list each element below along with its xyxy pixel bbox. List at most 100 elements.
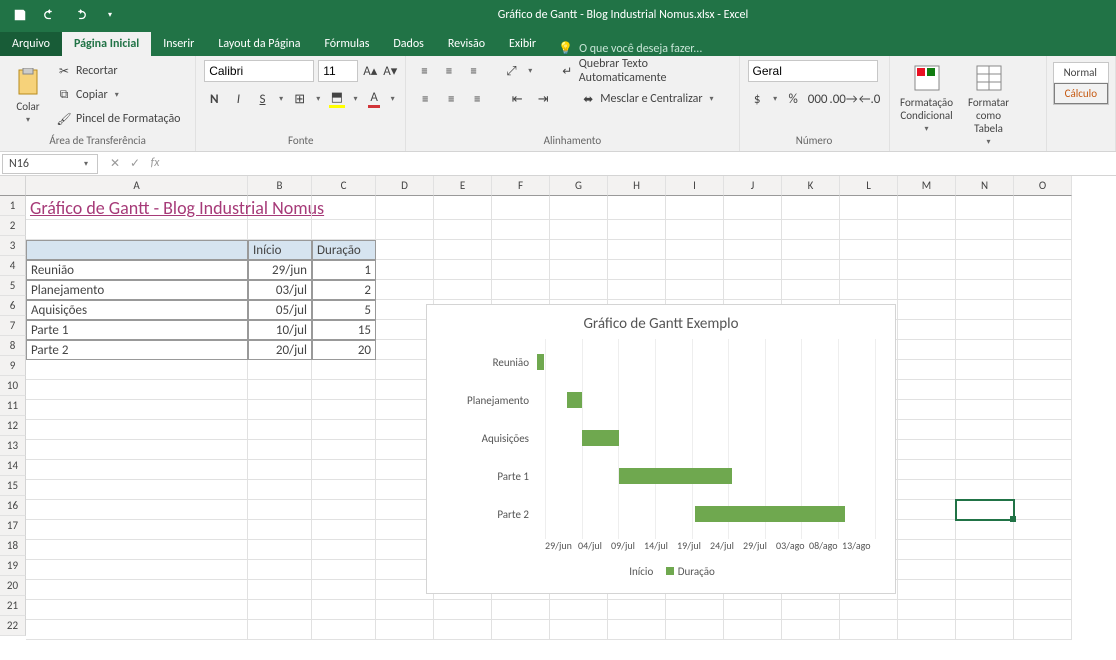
fill-color-icon[interactable]: ⬒ [327,88,347,110]
row-header[interactable]: 20 [0,576,26,596]
cell[interactable] [1014,460,1072,480]
cell[interactable] [26,400,248,420]
cell[interactable] [312,480,376,500]
cell-B7[interactable]: 10/jul [248,320,312,340]
cell[interactable] [956,540,1014,560]
cell[interactable] [898,620,956,640]
cell[interactable] [1014,400,1072,420]
cell[interactable] [956,560,1014,580]
save-icon[interactable] [8,3,32,27]
cell-B6[interactable]: 05/jul [248,300,312,320]
cell[interactable] [608,240,666,260]
cell[interactable] [898,196,956,220]
cell[interactable] [550,220,608,240]
cell[interactable] [1014,480,1072,500]
cell[interactable] [550,600,608,620]
cell[interactable] [434,220,492,240]
col-header[interactable]: A [26,176,248,196]
cell-C8[interactable]: 20 [312,340,376,360]
percent-icon[interactable]: % [783,88,802,110]
col-header[interactable]: O [1014,176,1072,196]
cell-A7[interactable]: Parte 1 [26,320,248,340]
decrease-indent-icon[interactable]: ⇤ [506,88,528,110]
accounting-icon[interactable]: $ [748,88,767,110]
gantt-chart[interactable]: Gráfico de Gantt Exemplo Reunião Planeja… [426,304,896,594]
col-header[interactable]: I [666,176,724,196]
cell-A1[interactable]: Gráfico de Gantt - Blog Industrial Nomus [26,196,248,220]
merge-center-button[interactable]: ⬌Mesclar e Centralizar▾ [576,88,720,110]
cell[interactable] [608,260,666,280]
align-bottom-icon[interactable]: ≡ [463,60,484,82]
align-right-icon[interactable]: ≡ [466,88,488,110]
cell[interactable] [898,380,956,400]
cell[interactable] [1014,600,1072,620]
cell[interactable] [312,520,376,540]
cell[interactable] [840,220,898,240]
cell[interactable] [782,220,840,240]
cell[interactable] [376,280,434,300]
font-name-select[interactable] [204,60,314,82]
cell[interactable] [312,440,376,460]
cell[interactable] [312,420,376,440]
cell[interactable] [248,500,312,520]
cell-N16-selected[interactable] [956,500,1014,520]
cell[interactable] [26,480,248,500]
number-format-select[interactable] [748,60,878,82]
cell[interactable] [782,260,840,280]
cell[interactable] [1014,420,1072,440]
cell[interactable] [898,600,956,620]
row-header[interactable]: 13 [0,436,26,456]
cell[interactable] [898,320,956,340]
cell[interactable] [376,196,434,220]
cell[interactable] [608,280,666,300]
cell[interactable] [1014,260,1072,280]
cell[interactable] [434,240,492,260]
cell[interactable] [312,500,376,520]
cell[interactable] [898,260,956,280]
cell[interactable] [26,620,248,640]
fx-icon[interactable]: fx [146,156,164,171]
cell[interactable] [492,196,550,220]
cell[interactable] [898,540,956,560]
cell[interactable] [840,196,898,220]
cell[interactable] [840,620,898,640]
style-calc[interactable]: Cálculo [1054,83,1108,104]
cell[interactable] [1014,620,1072,640]
cell[interactable] [1014,320,1072,340]
row-header[interactable]: 12 [0,416,26,436]
cell[interactable] [956,240,1014,260]
row-header[interactable]: 9 [0,356,26,376]
cell[interactable] [26,500,248,520]
cell[interactable] [724,280,782,300]
row-header[interactable]: 6 [0,296,26,316]
cell[interactable] [312,196,376,220]
cell[interactable] [666,240,724,260]
cell[interactable] [376,260,434,280]
borders-icon[interactable]: ⊞ [290,88,310,110]
cell[interactable] [782,620,840,640]
row-header[interactable]: 21 [0,596,26,616]
col-header[interactable]: L [840,176,898,196]
cell[interactable] [956,260,1014,280]
cell[interactable] [1014,440,1072,460]
cell[interactable] [492,600,550,620]
cell[interactable] [724,600,782,620]
cell[interactable] [248,380,312,400]
cell[interactable] [376,220,434,240]
copy-button[interactable]: ⧉Copiar▾ [52,84,185,106]
cell-styles[interactable]: Normal Cálculo [1053,62,1109,105]
cell[interactable] [26,420,248,440]
style-normal[interactable]: Normal [1054,63,1108,83]
cell[interactable] [608,600,666,620]
cell[interactable] [492,240,550,260]
cell[interactable] [550,240,608,260]
cell[interactable] [956,340,1014,360]
cell[interactable] [956,380,1014,400]
bold-button[interactable]: N [204,88,224,110]
cell[interactable] [840,260,898,280]
cell[interactable] [956,400,1014,420]
cell[interactable] [956,580,1014,600]
row-header[interactable]: 19 [0,556,26,576]
row-header[interactable]: 4 [0,256,26,276]
cell[interactable] [608,220,666,240]
